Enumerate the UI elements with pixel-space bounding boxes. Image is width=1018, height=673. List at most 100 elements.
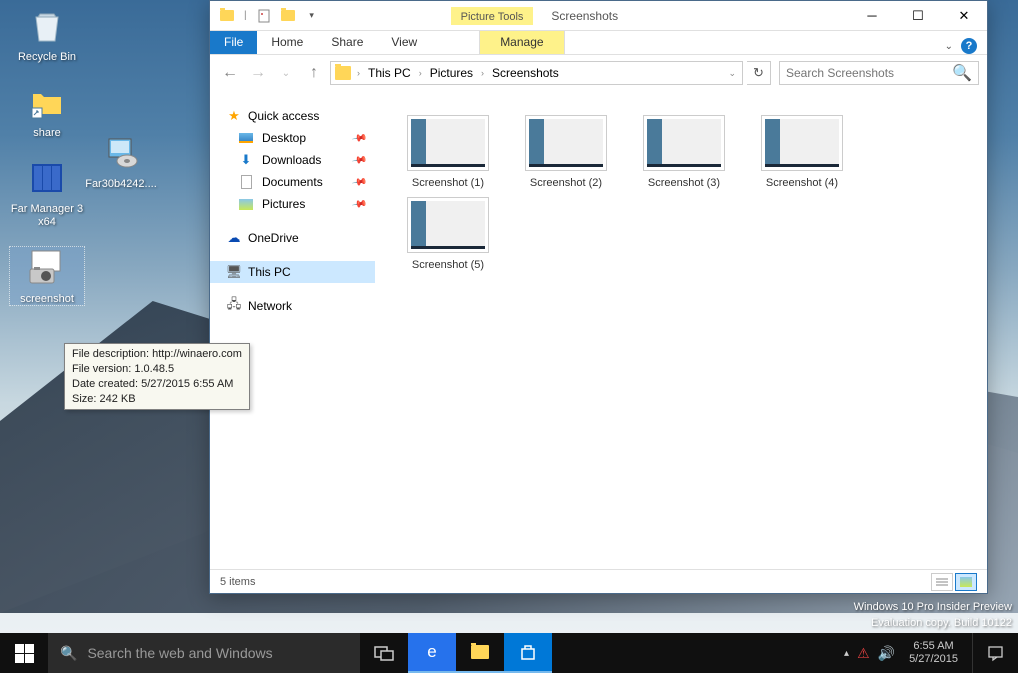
file-list-pane[interactable]: Screenshot (1) Screenshot (2) Screenshot… (375, 91, 987, 569)
file-item[interactable]: Screenshot (5) (389, 193, 507, 275)
nav-downloads[interactable]: ⬇Downloads📌 (210, 149, 375, 171)
file-label: Screenshot (4) (747, 177, 857, 189)
taskbar-clock[interactable]: 6:55 AM 5/27/2015 (903, 640, 964, 666)
nav-network[interactable]: 🖧 Network (210, 295, 375, 317)
pin-icon: 📌 (351, 196, 368, 212)
taskbar-edge[interactable]: e (408, 633, 456, 673)
nav-pictures[interactable]: Pictures📌 (210, 193, 375, 215)
up-button[interactable]: ↑ (302, 61, 326, 85)
taskbar-explorer[interactable] (456, 633, 504, 673)
network-icon: 🖧 (226, 298, 242, 314)
nav-documents[interactable]: Documents📌 (210, 171, 375, 193)
address-dropdown-icon[interactable]: ⌄ (726, 68, 738, 79)
desktop-icons-column-1: Recycle Bin share Far Manager 3 x64 scre… (10, 5, 84, 323)
close-button[interactable]: ✕ (941, 1, 987, 31)
icon-label: screenshot (10, 293, 84, 305)
file-item[interactable]: Screenshot (2) (507, 111, 625, 193)
system-tray: ▴ ⚠ 🔊 6:55 AM 5/27/2015 (844, 640, 972, 666)
forward-button[interactable]: → (246, 61, 270, 85)
explorer-window: | ▾ Picture Tools Screenshots ─ ☐ ✕ File… (209, 0, 988, 594)
nav-onedrive[interactable]: ☁OneDrive (210, 227, 375, 249)
task-view-button[interactable] (360, 633, 408, 673)
share-folder-icon[interactable]: share (10, 81, 84, 139)
far-installer-icon[interactable]: Far30b4242.... (84, 132, 158, 190)
far-manager-icon[interactable]: Far Manager 3 x64 (10, 157, 84, 229)
view-tab[interactable]: View (377, 31, 431, 54)
minimize-button[interactable]: ─ (849, 1, 895, 31)
installer-icon (100, 132, 142, 174)
refresh-button[interactable]: ↻ (747, 61, 771, 85)
recent-locations-dropdown[interactable]: ⌄ (274, 61, 298, 85)
new-folder-qat-icon[interactable] (279, 7, 297, 25)
desktop-watermark: Windows 10 Pro Insider Preview Evaluatio… (854, 600, 1012, 631)
recycle-bin-icon[interactable]: Recycle Bin (10, 5, 84, 63)
quick-access-header[interactable]: ★ Quick access (210, 105, 375, 127)
breadcrumb-thispc[interactable]: This PC (366, 66, 413, 80)
nav-desktop[interactable]: Desktop📌 (210, 127, 375, 149)
file-tab[interactable]: File (210, 31, 257, 54)
navigation-pane: ★ Quick access Desktop📌 ⬇Downloads📌 Docum… (210, 91, 375, 569)
pc-icon: 🖥 (226, 264, 242, 280)
nav-this-pc[interactable]: 🖥 This PC (210, 261, 375, 283)
network-tray-icon[interactable]: ⚠ (857, 645, 870, 662)
breadcrumb-screenshots[interactable]: Screenshots (490, 66, 561, 80)
address-bar[interactable]: › This PC › Pictures › Screenshots ⌄ (330, 61, 743, 85)
file-label: Screenshot (5) (393, 259, 503, 271)
file-item[interactable]: Screenshot (1) (389, 111, 507, 193)
context-tab[interactable]: Picture Tools (451, 7, 534, 25)
pictures-icon (238, 196, 254, 212)
pin-icon: 📌 (351, 130, 368, 146)
details-view-button[interactable] (931, 573, 953, 591)
back-button[interactable]: ← (218, 61, 242, 85)
star-icon: ★ (226, 108, 242, 124)
search-placeholder: Search the web and Windows (87, 645, 272, 661)
file-item[interactable]: Screenshot (4) (743, 111, 861, 193)
share-tab[interactable]: Share (317, 31, 377, 54)
thumbnails-view-button[interactable] (955, 573, 977, 591)
qat-dropdown-icon[interactable]: ▾ (303, 7, 321, 25)
nav-label: Network (248, 299, 292, 313)
search-input[interactable] (786, 66, 952, 80)
qat-separator: | (242, 10, 249, 21)
properties-qat-icon[interactable] (255, 7, 273, 25)
start-button[interactable] (0, 633, 48, 673)
navigation-toolbar: ← → ⌄ ↑ › This PC › Pictures › Screensho… (210, 55, 987, 91)
breadcrumb-separator: › (417, 68, 424, 78)
icon-label: Far30b4242.... (84, 178, 158, 190)
taskbar-store[interactable] (504, 633, 552, 673)
action-center-button[interactable] (972, 633, 1018, 673)
folder-qat-icon[interactable] (218, 7, 236, 25)
trash-icon (26, 5, 68, 47)
file-label: Screenshot (3) (629, 177, 739, 189)
camera-app-icon (26, 247, 68, 289)
manage-tab[interactable]: Manage (479, 31, 564, 54)
maximize-button[interactable]: ☐ (895, 1, 941, 31)
breadcrumb-separator: › (479, 68, 486, 78)
nav-label: Downloads (262, 153, 321, 167)
nav-label: Documents (262, 175, 323, 189)
context-tab-label: Picture Tools (451, 7, 534, 25)
breadcrumb-pictures[interactable]: Pictures (428, 66, 475, 80)
windows-logo-icon (15, 644, 34, 663)
icon-label: Recycle Bin (10, 51, 84, 63)
search-box[interactable]: 🔍 (779, 61, 979, 85)
tooltip-version: File version: 1.0.48.5 (72, 362, 242, 377)
file-item[interactable]: Screenshot (3) (625, 111, 743, 193)
search-icon[interactable]: 🔍 (952, 63, 972, 83)
home-tab[interactable]: Home (257, 31, 317, 54)
title-bar[interactable]: | ▾ Picture Tools Screenshots ─ ☐ ✕ (210, 1, 987, 31)
taskbar-search[interactable]: 🔍 Search the web and Windows (48, 633, 360, 673)
tray-overflow-icon[interactable]: ▴ (844, 648, 849, 659)
file-thumbnail (525, 115, 607, 171)
file-label: Screenshot (2) (511, 177, 621, 189)
expand-ribbon-icon[interactable]: ⌄ (945, 41, 953, 52)
clock-time: 6:55 AM (909, 640, 958, 653)
help-button[interactable]: ? (961, 38, 977, 54)
app-icon (26, 157, 68, 199)
file-thumbnail (407, 115, 489, 171)
screenshot-exe-icon[interactable]: screenshot (10, 247, 84, 305)
nav-label: This PC (248, 265, 291, 279)
watermark-line1: Windows 10 Pro Insider Preview (854, 600, 1012, 615)
quick-access-label: Quick access (248, 109, 319, 123)
volume-tray-icon[interactable]: 🔊 (878, 645, 895, 662)
